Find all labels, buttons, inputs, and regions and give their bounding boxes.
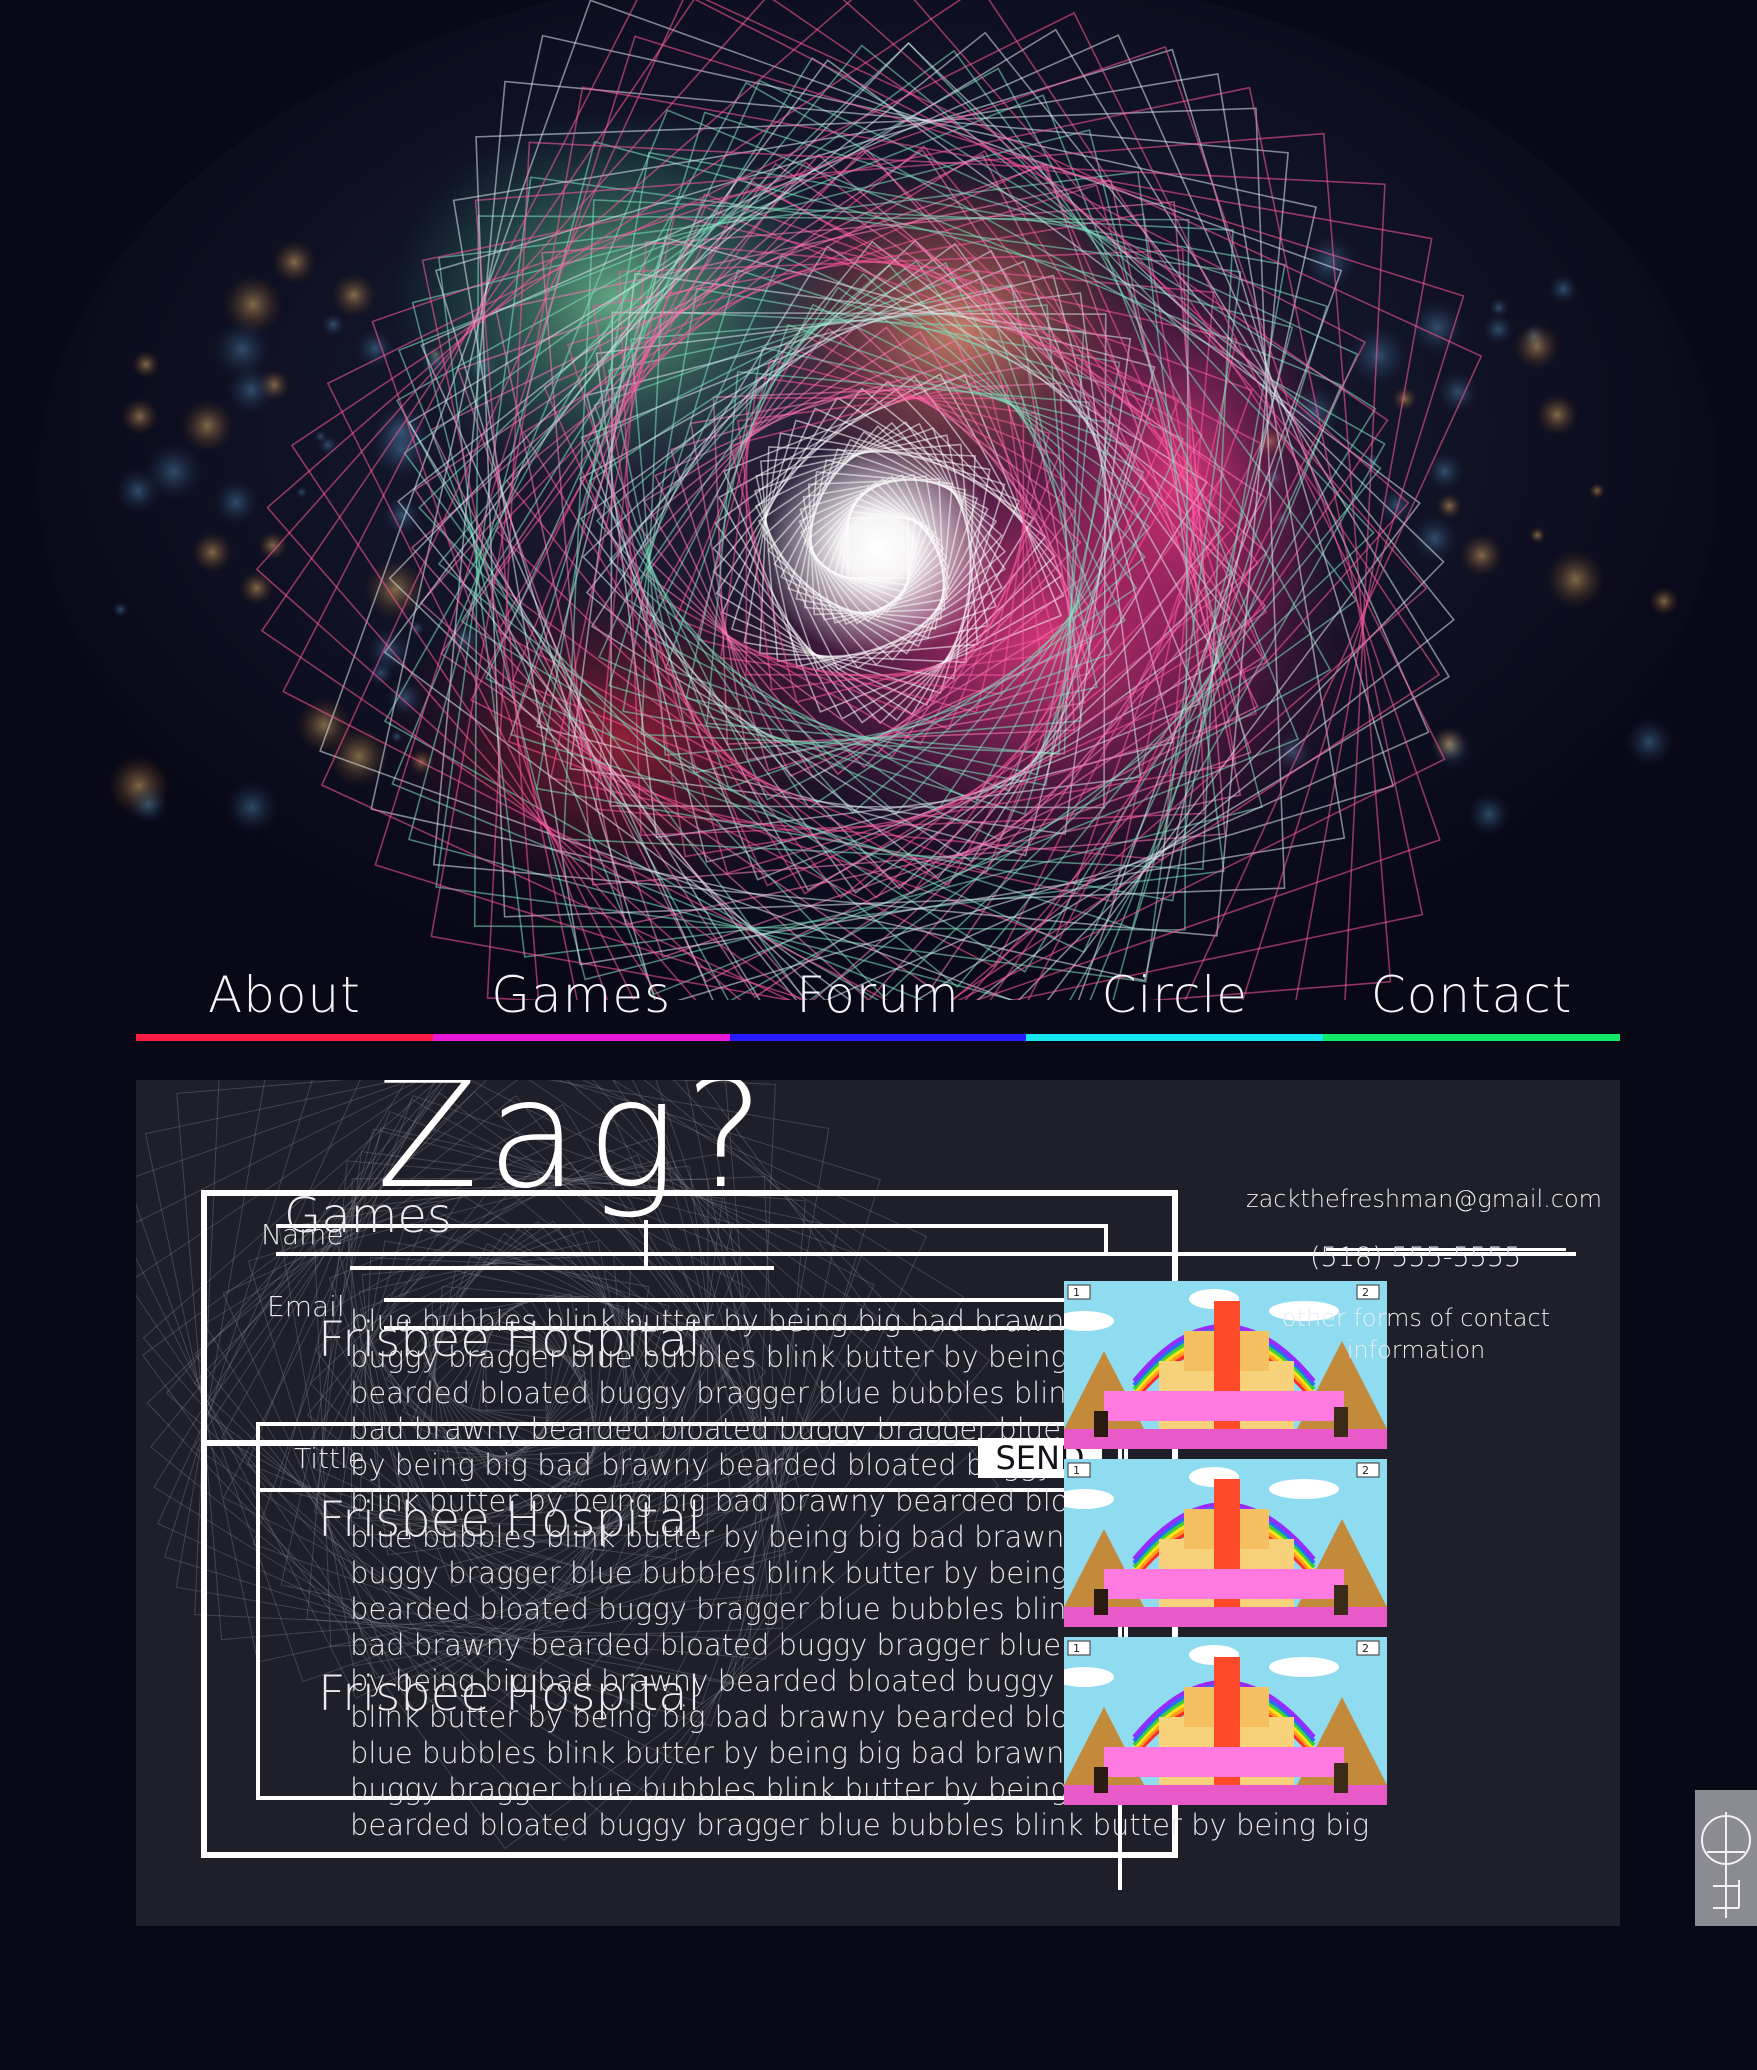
nav-underline-about bbox=[136, 1034, 433, 1041]
contact-phone[interactable]: (518) 555-5555 bbox=[1310, 1242, 1521, 1273]
corner-badge[interactable] bbox=[1695, 1790, 1757, 1926]
nav-label-circle: Circle bbox=[1101, 966, 1248, 1024]
nav-item-circle[interactable]: Circle bbox=[1026, 955, 1324, 1041]
bokeh-dot bbox=[132, 350, 160, 379]
nav-label-contact: Contact bbox=[1370, 966, 1573, 1024]
bokeh-dot bbox=[331, 272, 377, 318]
games-heading: Games bbox=[284, 1188, 452, 1244]
bokeh-dot bbox=[1436, 493, 1463, 519]
nav-label-games: Games bbox=[491, 966, 672, 1024]
bokeh-dot bbox=[212, 319, 272, 380]
bokeh-dot bbox=[128, 784, 170, 826]
bokeh-dot bbox=[180, 399, 235, 453]
contact-email[interactable]: zackthefreshman@gmail.com bbox=[1246, 1185, 1602, 1213]
nav-item-forum[interactable]: Forum bbox=[729, 955, 1027, 1041]
bokeh-dot bbox=[1536, 393, 1579, 436]
player-1-badge: 1 bbox=[1073, 1286, 1080, 1299]
nav-label-about: About bbox=[207, 966, 361, 1024]
bokeh-dot bbox=[1410, 514, 1459, 563]
bokeh-dot bbox=[212, 478, 260, 526]
bokeh-dot bbox=[1482, 313, 1515, 346]
bokeh-dot bbox=[313, 429, 328, 443]
bokeh-dot bbox=[1649, 586, 1679, 616]
player-1-badge: 1 bbox=[1073, 1642, 1080, 1655]
bokeh-dot bbox=[121, 397, 159, 436]
bokeh-dot bbox=[239, 570, 275, 606]
contact-other: other forms of contact information bbox=[1281, 1304, 1551, 1364]
bokeh-dot bbox=[295, 485, 308, 499]
page: About Games Forum Circle Contact Zag? Na… bbox=[0, 0, 1757, 2070]
logo-underline bbox=[350, 1266, 774, 1270]
game-screenshot-image: 12 bbox=[1064, 1637, 1387, 1805]
monogram-logo-icon bbox=[1701, 1812, 1751, 1918]
player-2-badge: 2 bbox=[1362, 1286, 1369, 1299]
nav-item-games[interactable]: Games bbox=[432, 955, 730, 1041]
email-field-line bbox=[384, 1298, 1124, 1302]
nav-item-about[interactable]: About bbox=[136, 955, 433, 1041]
bokeh-dot bbox=[1513, 322, 1561, 370]
name-field-end bbox=[1104, 1224, 1108, 1254]
content-panel: Zag? Name Email Tittle Games Frisbee Hos… bbox=[136, 1080, 1620, 1926]
nav-underline-games bbox=[432, 1034, 730, 1041]
nav-item-contact[interactable]: Contact bbox=[1323, 955, 1620, 1041]
nav-underline-forum bbox=[729, 1034, 1027, 1041]
player-2-badge: 2 bbox=[1362, 1642, 1369, 1655]
bokeh-dot bbox=[224, 780, 279, 835]
hero-artwork bbox=[0, 0, 1757, 1000]
logo-stroke bbox=[644, 1220, 648, 1270]
bokeh-dot bbox=[1459, 533, 1504, 578]
bokeh-dot bbox=[1466, 791, 1512, 837]
hero-image bbox=[0, 0, 1757, 1000]
bokeh-dot bbox=[1529, 526, 1547, 544]
bokeh-dot bbox=[381, 495, 423, 536]
game-thumbnail[interactable]: 12 bbox=[1064, 1637, 1387, 1805]
bokeh-dot bbox=[354, 327, 396, 370]
bokeh-dot bbox=[320, 312, 346, 338]
bokeh-dot bbox=[1545, 549, 1606, 610]
bokeh-dot bbox=[143, 441, 204, 502]
main-nav: About Games Forum Circle Contact bbox=[136, 955, 1620, 1041]
nav-underline-circle bbox=[1026, 1034, 1324, 1041]
player-2-badge: 2 bbox=[1362, 1464, 1369, 1477]
bokeh-dot bbox=[191, 531, 234, 574]
bokeh-dot bbox=[1424, 451, 1465, 492]
bokeh-dot bbox=[272, 239, 317, 285]
game-thumbnail[interactable]: 12 bbox=[1064, 1459, 1387, 1627]
nav-underline-contact bbox=[1323, 1034, 1620, 1041]
player-1-badge: 1 bbox=[1073, 1464, 1080, 1477]
nav-label-forum: Forum bbox=[796, 966, 960, 1024]
bokeh-dot bbox=[1588, 482, 1606, 500]
bokeh-dot bbox=[1302, 233, 1359, 290]
bokeh-dot bbox=[1623, 716, 1675, 768]
game-screenshot-image: 12 bbox=[1064, 1459, 1387, 1627]
bokeh-dot bbox=[112, 601, 129, 618]
bokeh-dot bbox=[258, 530, 288, 561]
bokeh-dot bbox=[1547, 273, 1579, 305]
